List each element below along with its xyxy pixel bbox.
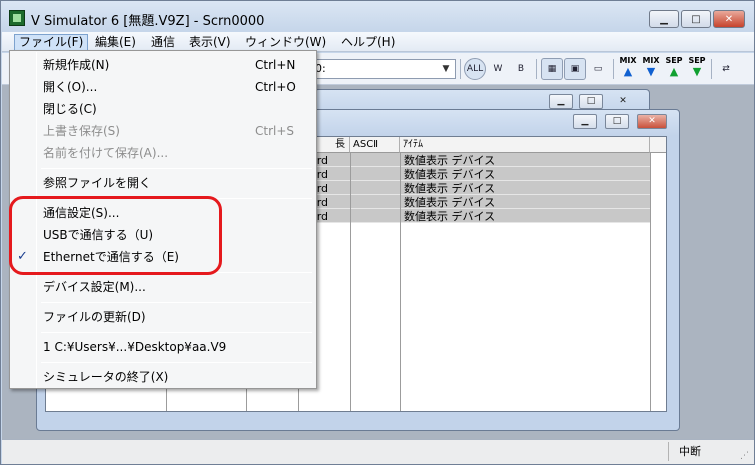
- menu-item-label: シミュレータの終了(X): [43, 370, 169, 384]
- maximize-button[interactable]: □: [681, 10, 711, 28]
- menu-item-label: デバイス設定(M)...: [43, 280, 146, 294]
- window-title: V Simulator 6 [無題.V9Z] - Scrn0000: [31, 14, 265, 29]
- menu-item-label: 1 C:¥Users¥...¥Desktop¥aa.V9: [43, 340, 227, 354]
- menu-item-shortcut: Ctrl+S: [255, 124, 295, 138]
- menu-window[interactable]: ウィンドウ(W): [241, 34, 330, 51]
- table-cell-item: 数値表示 デバイス: [404, 154, 496, 167]
- menu-item-close[interactable]: 閉じる(C): [12, 98, 314, 120]
- menu-item-label: 名前を付けて保存(A)...: [43, 146, 169, 160]
- menu-separator: [41, 362, 312, 363]
- word-button[interactable]: W: [487, 58, 509, 80]
- toolbar-separator: [613, 59, 614, 79]
- mix-up-label: MIX: [619, 56, 637, 65]
- child-close-button[interactable]: ✕: [611, 94, 635, 109]
- menu-item-new[interactable]: 新規作成(N) Ctrl+N: [12, 54, 314, 76]
- child-close-button[interactable]: ✕: [637, 114, 667, 129]
- menu-item-update-file[interactable]: ファイルの更新(D): [12, 306, 314, 328]
- table-cell-item: 数値表示 デバイス: [404, 168, 496, 181]
- table-gridline: [350, 153, 351, 411]
- table-cell-item: 数値表示 デバイス: [404, 182, 496, 195]
- arrow-up-icon: ▲: [623, 65, 633, 78]
- app-icon[interactable]: [9, 10, 25, 26]
- menu-edit[interactable]: 編集(E): [91, 34, 140, 51]
- menu-item-open[interactable]: 開く(O)... Ctrl+O: [12, 76, 314, 98]
- bit-button[interactable]: B: [510, 58, 532, 80]
- child-maximize-button[interactable]: □: [579, 94, 603, 109]
- monitor-icon[interactable]: ▭: [587, 58, 609, 80]
- menu-item-device-settings[interactable]: デバイス設定(M)...: [12, 276, 314, 298]
- all-button[interactable]: ALL: [464, 58, 486, 80]
- table-cell-item: 数値表示 デバイス: [404, 210, 496, 223]
- sep-down-button[interactable]: SEP ▼: [686, 56, 708, 82]
- arrow-up-icon: ▲: [669, 65, 679, 78]
- menu-item-save[interactable]: 上書き保存(S) Ctrl+S: [12, 120, 314, 142]
- menu-item-exit[interactable]: シミュレータの終了(X): [12, 366, 314, 388]
- table-header: [650, 137, 666, 153]
- highlight-annotation: [9, 196, 222, 275]
- menu-file[interactable]: ファイル(F): [14, 34, 89, 51]
- arrow-down-icon: ▼: [692, 65, 702, 78]
- child-maximize-button[interactable]: □: [605, 114, 629, 129]
- menu-item-label: 閉じる(C): [43, 102, 97, 116]
- menu-item-label: 新規作成(N): [43, 58, 110, 72]
- toolbar-separator: [460, 59, 461, 79]
- title-bar[interactable]: V Simulator 6 [無題.V9Z] - Scrn0000 ▁ □ ✕: [1, 1, 754, 33]
- resize-grip-icon[interactable]: ⋰: [740, 450, 752, 462]
- table-gridline: [650, 153, 651, 411]
- grid-view-icon[interactable]: ▦: [541, 58, 563, 80]
- screen-view-icon[interactable]: ▣: [564, 58, 586, 80]
- mix-down-label: MIX: [642, 56, 660, 65]
- toolbar-separator: [536, 59, 537, 79]
- sep-down-label: SEP: [688, 56, 706, 65]
- menu-item-recent-file[interactable]: 1 C:¥Users¥...¥Desktop¥aa.V9: [12, 336, 314, 358]
- menu-separator: [41, 332, 312, 333]
- mix-down-button[interactable]: MIX ▼: [640, 56, 662, 82]
- menu-item-shortcut: Ctrl+N: [255, 58, 296, 72]
- menu-item-shortcut: Ctrl+O: [255, 80, 296, 94]
- menu-item-label: 参照ファイルを開く: [43, 176, 152, 190]
- menu-item-label: 上書き保存(S): [43, 124, 120, 138]
- menu-separator: [41, 302, 312, 303]
- menu-item-save-as[interactable]: 名前を付けて保存(A)...: [12, 142, 314, 164]
- menu-item-label: 開く(O)...: [43, 80, 98, 94]
- menu-communication[interactable]: 通信: [147, 34, 179, 51]
- transfer-icon[interactable]: ⇄: [715, 58, 737, 80]
- close-button[interactable]: ✕: [713, 10, 745, 28]
- menu-help[interactable]: ヘルプ(H): [337, 34, 399, 51]
- table-header-item[interactable]: ｱｲﾃﾑ: [400, 137, 650, 153]
- arrow-down-icon: ▼: [646, 65, 656, 78]
- table-gridline: [400, 153, 401, 411]
- mix-up-button[interactable]: MIX ▲: [617, 56, 639, 82]
- minimize-button[interactable]: ▁: [649, 10, 679, 28]
- status-bar: 中断 ⋰: [2, 439, 754, 464]
- toolbar-separator: [711, 59, 712, 79]
- menu-separator: [41, 168, 312, 169]
- chevron-down-icon[interactable]: ▼: [439, 62, 453, 76]
- menu-item-open-reference[interactable]: 参照ファイルを開く: [12, 172, 314, 194]
- child-minimize-button[interactable]: ▁: [573, 114, 597, 129]
- sep-up-label: SEP: [665, 56, 683, 65]
- screen-select[interactable]: 0: ▼: [310, 59, 456, 79]
- menu-view[interactable]: 表示(V): [185, 34, 235, 51]
- table-header-ascii[interactable]: ASCⅡ: [350, 137, 400, 153]
- menu-item-label: ファイルの更新(D): [43, 310, 146, 324]
- sep-up-button[interactable]: SEP ▲: [663, 56, 685, 82]
- child-minimize-button[interactable]: ▁: [549, 94, 573, 109]
- table-cell-item: 数値表示 デバイス: [404, 196, 496, 209]
- menu-bar: ファイル(F) 編集(E) 通信 表示(V) ウィンドウ(W) ヘルプ(H): [2, 32, 754, 52]
